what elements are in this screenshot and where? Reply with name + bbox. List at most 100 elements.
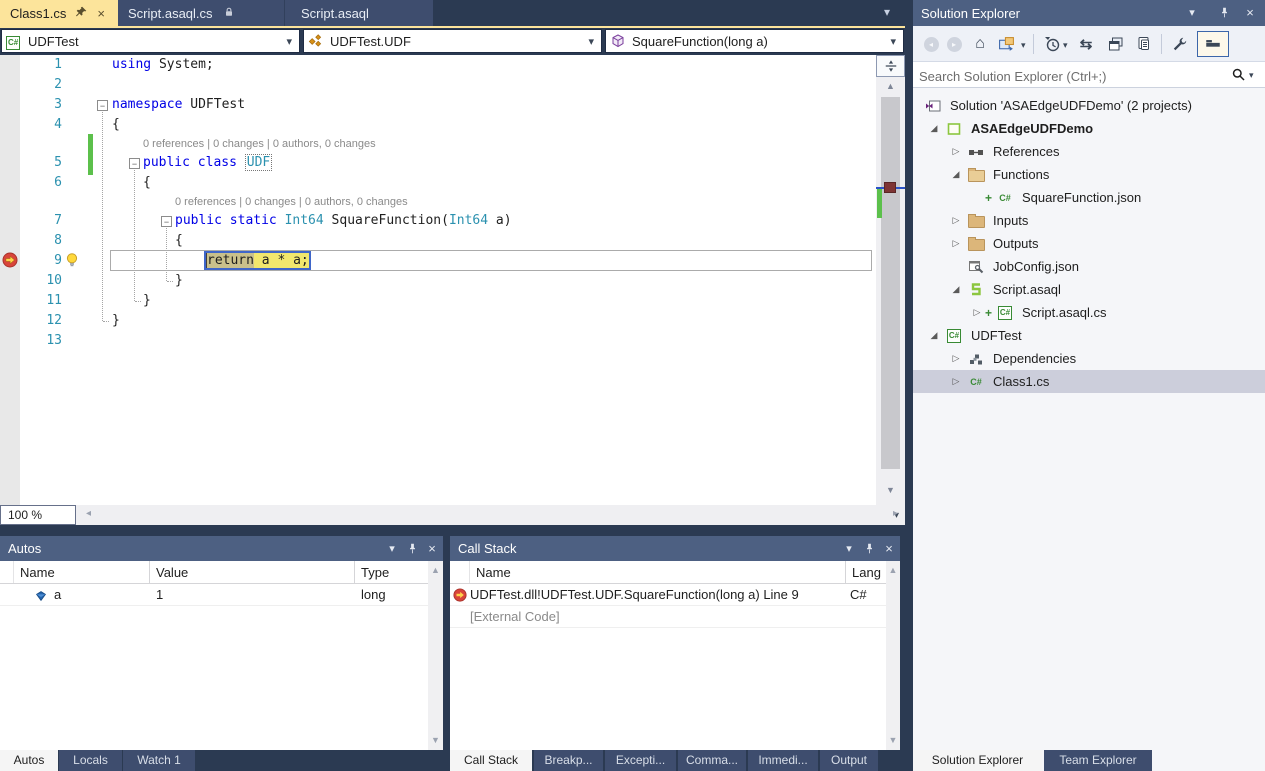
scroll-down-icon[interactable]: ▼ [876, 485, 905, 495]
tree-item-functions[interactable]: ◢ Functions [913, 163, 1265, 186]
tree-item-references[interactable]: ▷ References [913, 140, 1265, 163]
tab-command[interactable]: Comma... [678, 750, 746, 771]
member-dropdown[interactable]: SquareFunction(long a) ▾ [605, 29, 904, 53]
codelens-indicator[interactable]: 0 references | 0 changes | 0 authors, 0 … [143, 135, 376, 153]
column-header-lang[interactable]: Lang [846, 561, 886, 583]
chevron-down-icon[interactable]: ▾ [1249, 70, 1254, 81]
tab-locals[interactable]: Locals [59, 750, 122, 771]
tab-script-asaql-cs[interactable]: Script.asaql.cs [118, 0, 284, 26]
callstack-row[interactable]: [External Code] [450, 606, 900, 628]
scroll-up-icon[interactable]: ▲ [428, 565, 443, 575]
window-menu-icon[interactable]: ▾ [1183, 0, 1201, 25]
tab-exceptions[interactable]: Excepti... [605, 750, 676, 771]
expander-icon[interactable]: ▷ [945, 238, 967, 249]
expander-icon[interactable]: ▷ [945, 353, 967, 364]
window-menu-icon[interactable]: ▾ [840, 536, 858, 561]
sync-with-active-document-button[interactable]: ⇆ [1077, 35, 1095, 53]
scrollbar-thumb[interactable] [881, 97, 900, 469]
close-icon[interactable]: × [1241, 0, 1259, 25]
show-all-files-button[interactable] [1135, 35, 1153, 53]
type-dropdown[interactable]: UDFTest.UDF ▾ [303, 29, 602, 53]
autos-titlebar[interactable]: Autos ▾ × [0, 536, 443, 561]
solution-explorer-titlebar[interactable]: Solution Explorer ▾ × [913, 0, 1265, 26]
tab-team-explorer[interactable]: Team Explorer [1044, 750, 1152, 771]
back-button[interactable]: ◂ [922, 35, 940, 53]
tree-item-jobconfig-json[interactable]: JobConfig.json [913, 255, 1265, 278]
code-editor[interactable]: 1using System; 2 3namespace UDFTest 4{ 0… [0, 55, 905, 505]
autos-row[interactable]: a 1 long [0, 584, 443, 606]
forward-button[interactable]: ▸ [945, 35, 963, 53]
column-header-value[interactable]: Value [150, 561, 355, 583]
search-icon[interactable] [1231, 67, 1246, 85]
tab-autos[interactable]: Autos [0, 750, 58, 771]
collapse-box[interactable]: − [161, 216, 172, 227]
tab-solution-explorer[interactable]: Solution Explorer [913, 750, 1042, 771]
expander-icon[interactable]: ▷ [945, 215, 967, 226]
callstack-scrollbar[interactable]: ▲ ▼ [886, 561, 900, 750]
zoom-level-dropdown[interactable]: 100 % ▾ [0, 505, 76, 525]
expander-icon[interactable]: ▷ [969, 307, 985, 318]
scroll-down-icon[interactable]: ▼ [886, 735, 900, 745]
tree-item-squarefunction-json[interactable]: + C# SquareFunction.json [913, 186, 1265, 209]
chevron-down-icon[interactable]: ▾ [1063, 40, 1068, 51]
expander-icon[interactable]: ◢ [945, 284, 967, 295]
column-header-name[interactable]: Name [14, 561, 150, 583]
scroll-down-icon[interactable]: ▼ [428, 735, 443, 745]
tree-item-outputs[interactable]: ▷ Outputs [913, 232, 1265, 255]
close-icon[interactable]: × [880, 536, 898, 561]
tree-item-class1-cs[interactable]: ▷ C# Class1.cs [913, 370, 1265, 393]
search-input[interactable] [917, 65, 1221, 87]
close-icon[interactable]: × [97, 6, 105, 21]
properties-button[interactable] [1171, 35, 1189, 53]
expander-icon[interactable]: ◢ [923, 123, 945, 134]
autos-scrollbar[interactable]: ▲ ▼ [428, 561, 443, 750]
tab-script-asaql[interactable]: Script.asaql [284, 0, 433, 26]
scroll-up-icon[interactable]: ▲ [876, 81, 905, 91]
tree-item-script-asaql-cs[interactable]: ▷ + C# Script.asaql.cs [913, 301, 1265, 324]
expander-icon[interactable]: ◢ [923, 330, 945, 341]
hscroll-right-icon[interactable]: ▸ [893, 508, 898, 519]
tree-item-solution[interactable]: Solution 'ASAEdgeUDFDemo' (2 projects) [913, 94, 1265, 117]
expander-icon[interactable]: ▷ [945, 376, 967, 387]
expander-icon[interactable]: ◢ [945, 169, 967, 180]
tab-callstack[interactable]: Call Stack [450, 750, 532, 771]
window-menu-icon[interactable]: ▾ [383, 536, 401, 561]
project-dropdown[interactable]: C# UDFTest ▾ [1, 29, 300, 53]
tab-immediate[interactable]: Immedi... [748, 750, 818, 771]
pending-changes-filter-button[interactable] [1043, 35, 1061, 53]
current-statement-highlight[interactable]: return a * a; [204, 251, 311, 270]
column-header-type[interactable]: Type [355, 561, 427, 583]
preview-selected-items-toggle[interactable] [1197, 31, 1229, 57]
tab-output[interactable]: Output [820, 750, 878, 771]
breakpoint-current-statement-icon[interactable] [2, 252, 18, 271]
home-button[interactable]: ⌂ [971, 35, 989, 53]
codelens-indicator[interactable]: 0 references | 0 changes | 0 authors, 0 … [175, 193, 408, 211]
close-icon[interactable]: × [423, 536, 441, 561]
variable-value[interactable]: 1 [150, 584, 355, 605]
pin-icon[interactable] [860, 536, 878, 561]
tree-item-inputs[interactable]: ▷ Inputs [913, 209, 1265, 232]
callstack-row[interactable]: UDFTest.dll!UDFTest.UDF.SquareFunction(l… [450, 584, 900, 606]
collapse-box[interactable]: − [129, 158, 140, 169]
hscroll-left-icon[interactable]: ◂ [86, 508, 91, 519]
tab-watch1[interactable]: Watch 1 [123, 750, 195, 771]
scroll-up-icon[interactable]: ▲ [886, 565, 900, 575]
lightbulb-icon[interactable] [64, 252, 80, 271]
collapse-all-button[interactable] [1107, 35, 1125, 53]
tree-item-asa-project[interactable]: ◢ ASAEdgeUDFDemo [913, 117, 1265, 140]
column-header-name[interactable]: Name [470, 561, 846, 583]
tree-item-udftest-project[interactable]: ◢ C# UDFTest [913, 324, 1265, 347]
tree-item-script-asaql[interactable]: ◢ Script.asaql [913, 278, 1265, 301]
tab-breakpoints[interactable]: Breakp... [534, 750, 603, 771]
tree-item-dependencies[interactable]: ▷ Dependencies [913, 347, 1265, 370]
callstack-titlebar[interactable]: Call Stack ▾ × [450, 536, 900, 561]
chevron-down-icon[interactable]: ▾ [1021, 40, 1026, 51]
editor-split-handle[interactable] [876, 55, 905, 77]
pin-icon[interactable] [76, 6, 87, 20]
tab-class1-cs[interactable]: Class1.cs × [0, 0, 118, 26]
expander-icon[interactable]: ▷ [945, 146, 967, 157]
switch-views-button[interactable] [997, 35, 1015, 53]
collapse-box[interactable]: − [97, 100, 108, 111]
pin-icon[interactable] [403, 536, 421, 561]
document-list-dropdown-icon[interactable]: ▾ [884, 5, 890, 19]
